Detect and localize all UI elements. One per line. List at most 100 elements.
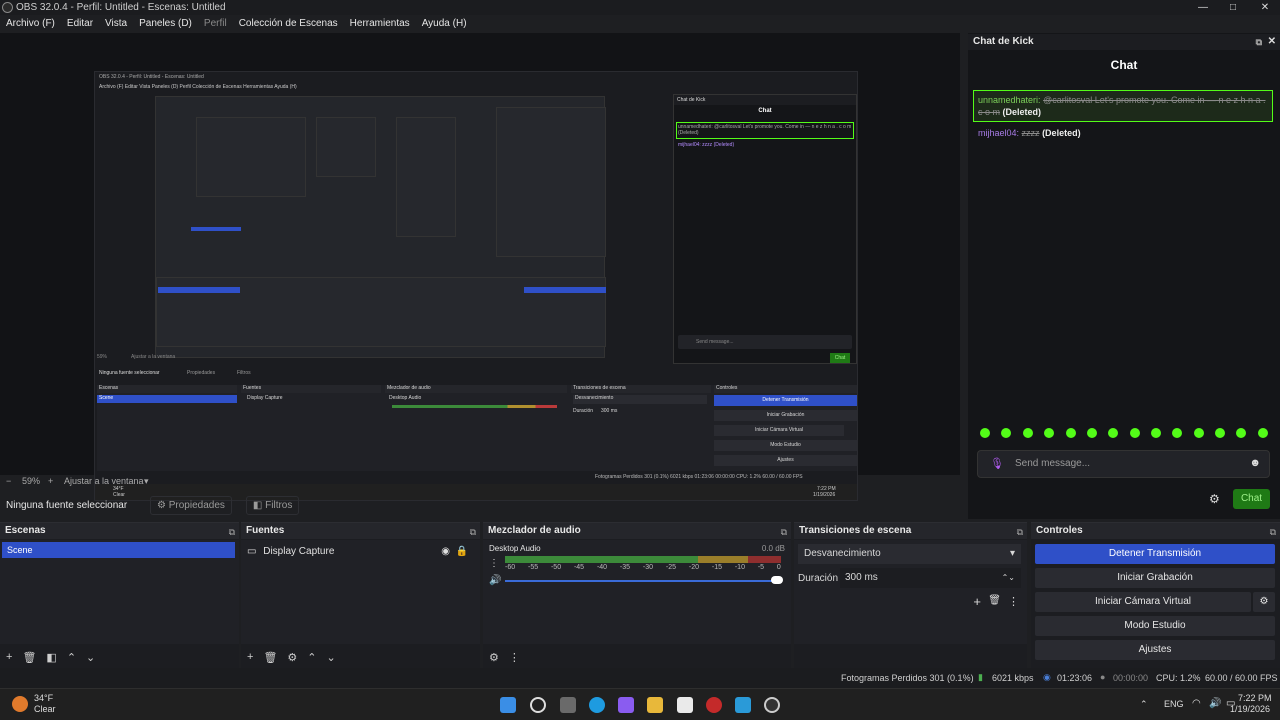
chat-user[interactable]: mijhael04:	[978, 128, 1019, 138]
obs-icon[interactable]	[764, 697, 780, 713]
trash-icon[interactable]: 🗑	[263, 651, 277, 664]
undock-icon[interactable]: ⧉	[1017, 524, 1023, 540]
undock-icon[interactable]: ⧉	[1256, 34, 1262, 50]
studio-mode-button[interactable]: Modo Estudio	[1035, 616, 1275, 636]
menu-vista[interactable]: Vista	[105, 16, 127, 32]
edge-icon[interactable]	[589, 697, 605, 713]
task-view-icon[interactable]	[560, 697, 576, 713]
eye-icon[interactable]: ◉	[441, 544, 450, 560]
properties-button[interactable]: ⚙ Propiedades	[150, 495, 232, 515]
start-icon[interactable]	[500, 697, 516, 713]
gear-icon[interactable]: ⚙	[1209, 492, 1220, 506]
add-transition-icon[interactable]: +	[973, 594, 981, 609]
clock-time[interactable]: 7:22 PM	[1238, 693, 1272, 703]
menu-coleccion[interactable]: Colección de Escenas	[239, 16, 338, 32]
start-recording-button[interactable]: Iniciar Grabación	[1035, 568, 1275, 588]
emote-icon[interactable]	[1001, 428, 1011, 438]
minimize-icon[interactable]: —	[1188, 1, 1218, 14]
move-down-icon[interactable]: ⌄	[327, 651, 336, 664]
close-icon[interactable]: ✕	[1250, 1, 1280, 14]
menu-archivo[interactable]: Archivo (F)	[6, 16, 55, 32]
gear-icon[interactable]: ⚙	[489, 651, 499, 664]
copilot-icon[interactable]	[618, 697, 634, 713]
filter-icon[interactable]: ◧	[46, 651, 56, 664]
zoom-in-icon[interactable]: +	[48, 476, 53, 486]
zoom-level: 59%	[22, 476, 41, 486]
gear-icon[interactable]: ⚙	[1253, 592, 1275, 612]
stepper-icon[interactable]: ⌃⌄	[1002, 568, 1015, 588]
search-icon[interactable]	[530, 697, 546, 713]
menu-ayuda[interactable]: Ayuda (H)	[422, 16, 467, 32]
chat-user[interactable]: unnamedhateri:	[978, 95, 1041, 105]
add-scene-icon[interactable]: +	[6, 651, 12, 663]
language-indicator[interactable]: ENG	[1164, 699, 1184, 709]
trash-icon[interactable]: 🗑	[22, 651, 36, 664]
scene-item[interactable]: Scene	[2, 542, 235, 558]
undock-icon[interactable]: ⧉	[229, 524, 235, 540]
volume-handle[interactable]	[771, 576, 783, 584]
emoji-icon[interactable]: ☻	[1249, 457, 1261, 469]
source-item[interactable]: ▭ Display Capture ◉ 🔒	[247, 544, 470, 560]
chat-input[interactable]: 🎙 Send message... ☻	[977, 450, 1270, 478]
store-icon[interactable]	[677, 697, 693, 713]
nested-transitions: Transiciones de escena	[571, 385, 711, 393]
emote-icon[interactable]	[1151, 428, 1161, 438]
emote-icon[interactable]	[1087, 428, 1097, 438]
volume-icon[interactable]: 🔊	[1209, 698, 1221, 709]
undock-icon[interactable]: ⧉	[781, 524, 787, 540]
transition-select[interactable]: Desvanecimiento ▾	[798, 544, 1021, 564]
move-up-icon[interactable]: ⌃	[67, 651, 76, 664]
sources-dock: Fuentes ⧉ ▭ Display Capture ◉ 🔒 + 🗑 ⚙ ⌃ ⌄	[241, 522, 480, 668]
filters-label: Filtros	[265, 499, 293, 511]
chat-send-button[interactable]: Chat	[1233, 489, 1270, 509]
menu-perfil[interactable]: Perfil	[204, 16, 227, 32]
stop-stream-button[interactable]: Detener Transmisión	[1035, 544, 1275, 564]
filters-button[interactable]: ◧ Filtros	[245, 495, 300, 515]
emote-icon[interactable]	[1194, 428, 1204, 438]
weather-icon[interactable]	[12, 696, 28, 712]
volume-icon[interactable]: 🔊	[489, 575, 501, 586]
gear-icon[interactable]: ⚙	[287, 651, 297, 664]
fit-window-select[interactable]: Ajustar a la ventana	[64, 476, 144, 486]
chevron-down-icon[interactable]: ▾	[144, 476, 149, 487]
volume-slider[interactable]	[505, 580, 781, 582]
menu-editar[interactable]: Editar	[67, 16, 93, 32]
move-down-icon[interactable]: ⌄	[86, 651, 95, 664]
menu-paneles[interactable]: Paneles (D)	[139, 16, 192, 32]
trash-icon[interactable]: 🗑	[988, 595, 1001, 606]
emote-icon[interactable]	[1172, 428, 1182, 438]
microphone-icon[interactable]: 🎙	[990, 457, 1004, 470]
clock-date[interactable]: 1/19/2026	[1230, 704, 1270, 714]
emote-icon[interactable]	[1044, 428, 1054, 438]
emote-icon[interactable]	[1258, 428, 1268, 438]
emote-icon[interactable]	[1215, 428, 1225, 438]
emote-icon[interactable]	[1066, 428, 1076, 438]
emote-icon[interactable]	[1130, 428, 1140, 438]
emote-icon[interactable]	[1023, 428, 1033, 438]
emote-icon[interactable]	[1108, 428, 1118, 438]
virtual-camera-button[interactable]: Iniciar Cámara Virtual	[1035, 592, 1251, 612]
folder-icon[interactable]	[647, 697, 663, 713]
lock-icon[interactable]: 🔒	[456, 544, 468, 560]
app-icon[interactable]	[735, 697, 751, 713]
more-icon[interactable]: ⋮	[489, 558, 499, 569]
add-source-icon[interactable]: +	[247, 651, 253, 663]
zoom-out-icon[interactable]: −	[6, 476, 11, 486]
undock-icon[interactable]: ⧉	[470, 524, 476, 540]
menu-herramientas[interactable]: Herramientas	[350, 16, 410, 32]
undock-icon[interactable]: ⧉	[1270, 524, 1276, 540]
settings-button[interactable]: Ajustes	[1035, 640, 1275, 660]
maximize-icon[interactable]: □	[1218, 1, 1248, 14]
emote-icon[interactable]	[1236, 428, 1246, 438]
move-up-icon[interactable]: ⌃	[307, 651, 316, 664]
tray-chevron-icon[interactable]: ⌃	[1140, 699, 1148, 710]
more-icon[interactable]: ⋮	[1008, 595, 1019, 608]
more-icon[interactable]: ⋮	[509, 651, 520, 664]
record-app-icon[interactable]	[706, 697, 722, 713]
emote-icon[interactable]	[980, 428, 990, 438]
nested-duration-value: 300 ms	[601, 408, 618, 414]
preview-canvas[interactable]: OBS 32.0.4 - Perfil: Untitled - Escenas:…	[0, 33, 960, 501]
duration-field[interactable]: 300 ms ⌃⌄	[840, 568, 1021, 588]
wifi-icon[interactable]: ◠	[1192, 698, 1201, 709]
close-icon[interactable]: ✕	[1268, 34, 1276, 50]
